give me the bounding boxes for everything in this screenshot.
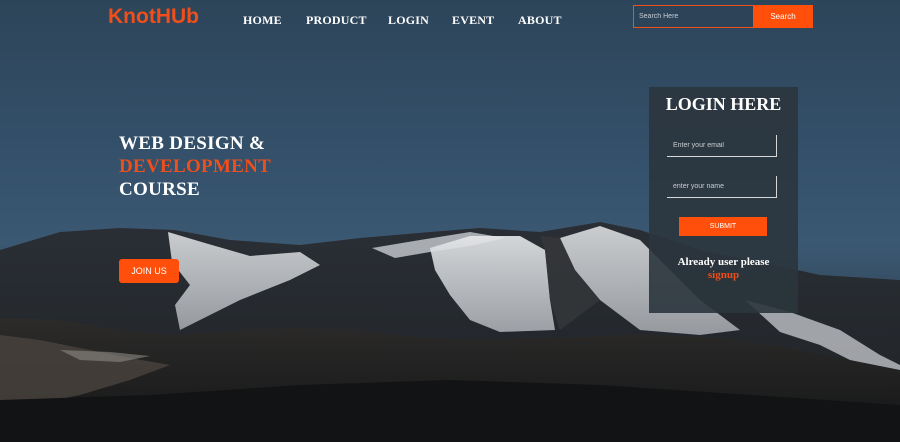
already-user-text: Already user please xyxy=(677,256,770,268)
hero-line-3: COURSE xyxy=(119,179,200,200)
email-field[interactable] xyxy=(667,135,777,157)
nav-home[interactable]: HOME xyxy=(243,13,282,28)
nav-product[interactable]: PRODUCT xyxy=(306,13,367,28)
hero-line-1: WEB DESIGN & xyxy=(119,133,266,154)
hero-headline: WEB DESIGN & DEVELOPMENT COURSE xyxy=(119,132,271,201)
submit-button[interactable]: SUBMIT xyxy=(679,217,767,236)
search-button[interactable]: Search xyxy=(753,5,813,28)
signup-link[interactable]: signup xyxy=(649,269,798,281)
join-us-button[interactable]: JOIN US xyxy=(119,259,179,283)
brand-logo[interactable]: KnotHUb xyxy=(108,5,199,29)
search-input[interactable] xyxy=(633,5,754,28)
nav-event[interactable]: EVENT xyxy=(452,13,494,28)
login-title: LOGIN HERE xyxy=(665,94,782,114)
hero-line-2: DEVELOPMENT xyxy=(119,156,272,177)
login-card: LOGIN HERE SUBMIT Already user please si… xyxy=(649,87,798,313)
nav-about[interactable]: ABOUT xyxy=(518,13,562,28)
nav-login[interactable]: LOGIN xyxy=(388,13,429,28)
name-field[interactable] xyxy=(667,176,777,198)
